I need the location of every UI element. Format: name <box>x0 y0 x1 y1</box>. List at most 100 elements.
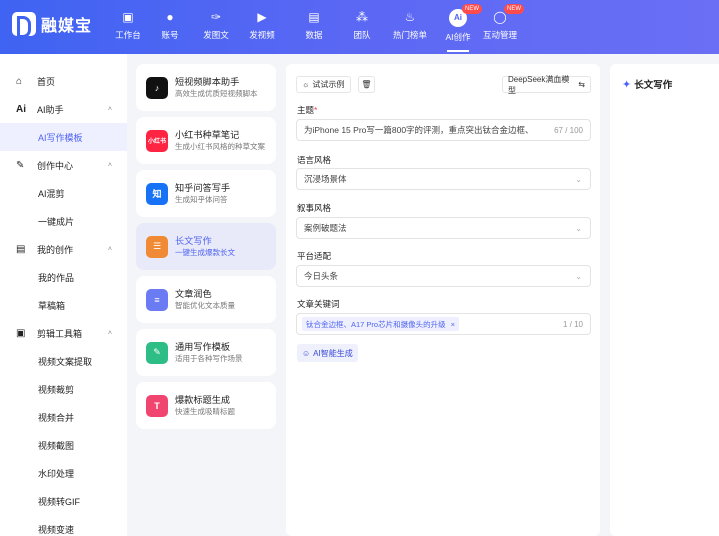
template-card[interactable]: 小红书 小红书种草笔记 生成小红书风格的种草文案 <box>136 117 276 164</box>
template-title: 通用写作模板 <box>175 342 231 352</box>
template-title: 短视频脚本助手 <box>175 77 240 87</box>
nav-item-play[interactable]: ▶ 发视频 <box>239 8 285 41</box>
sidebar-item-ai-writing-template[interactable]: AI写作模板 <box>0 123 127 151</box>
sidebar-item-label: 首页 <box>37 76 56 87</box>
delete-button[interactable]: 🗑 <box>358 76 375 93</box>
ai-generate-button[interactable]: ☺ AI智能生成 <box>297 344 358 362</box>
top-nav-bar: 融媒宝 ▣ 工作台 ● 账号 ✑ 发图文 ▶ 发视频 ▤ 数据 ⁂ 团队 ♨ 热门榜单 Ai NEW AI创作 ◯… <box>0 0 719 54</box>
template-card[interactable]: ≡ 文章润色 智能优化文本质量 <box>136 276 276 323</box>
output-title-text: 长文写作 <box>634 80 673 91</box>
template-desc: 生成小红书风格的种草文案 <box>175 142 265 151</box>
sidebar-item-label: 视频转GIF <box>38 496 80 507</box>
nav-item-monitor[interactable]: ▣ 工作台 <box>105 8 151 41</box>
nav-item-flame[interactable]: ♨ 热门榜单 <box>387 8 433 41</box>
sidebar-item-tool[interactable]: 视频变速 <box>0 515 127 536</box>
sparkle-icon: ✦ <box>622 78 632 91</box>
edit-icon: ✎ <box>146 341 168 364</box>
language-style-label: 语言风格 <box>297 155 332 165</box>
sidebar-item-one-click[interactable]: 一键成片 <box>0 207 127 235</box>
model-label: DeepSeek满血模型 <box>508 74 570 95</box>
nav-item-chart[interactable]: ▤ 数据 <box>291 8 337 41</box>
sidebar-item-label: 视频裁剪 <box>38 384 75 395</box>
sidebar-item-tool[interactable]: 视频转GIF <box>0 487 127 515</box>
ai-generate-label: AI智能生成 <box>313 348 353 358</box>
nav-item-team[interactable]: ⁂ 团队 <box>339 8 385 41</box>
sidebar-item-tool[interactable]: 视频截图 <box>0 431 127 459</box>
output-panel-title: ✦ 长文写作 <box>622 77 673 92</box>
sidebar-item-label: 视频合并 <box>38 412 75 423</box>
nav-item-label: 发视频 <box>249 30 275 40</box>
chart-icon: ▤ <box>308 10 320 24</box>
platform-select[interactable]: 今日头条 ⌄ <box>296 265 591 287</box>
narrative-style-select[interactable]: 案例破题法 ⌄ <box>296 217 591 239</box>
nav-item-feather[interactable]: ✑ 发图文 <box>193 8 239 41</box>
sidebar-group-creation-center[interactable]: ✎ 创作中心 ˄ <box>0 151 127 179</box>
template-desc: 生成知乎体问答 <box>175 195 228 204</box>
team-icon: ⁂ <box>356 10 368 24</box>
sidebar-item-label: 一键成片 <box>38 216 75 227</box>
sidebar-item-my-works[interactable]: 我的作品 <box>0 263 127 291</box>
model-select[interactable]: DeepSeek满血模型 ⇆ <box>502 74 591 95</box>
sidebar-item-tool[interactable]: 视频合并 <box>0 403 127 431</box>
sidebar-item-drafts[interactable]: 草稿箱 <box>0 291 127 319</box>
sidebar-item-label: 视频文案提取 <box>38 356 93 367</box>
platform-value: 今日头条 <box>304 271 339 281</box>
sidebar-group-ai-helper[interactable]: Ai AI助手 ˄ <box>0 95 127 123</box>
language-style-select[interactable]: 沉浸场景体 ⌄ <box>296 168 591 190</box>
keywords-input[interactable]: 钛合金边框、A17 Pro芯片和摄像头的升级 × 1 / 10 <box>296 313 591 335</box>
keyword-count: 1 / 10 <box>562 319 583 329</box>
sidebar-item-ai-clip[interactable]: AI混剪 <box>0 179 127 207</box>
toolbox-icon: ▣ <box>16 327 26 339</box>
template-card[interactable]: ☰ 长文写作 一键生成爆款长文 <box>136 223 276 270</box>
sidebar-item-label: AI写作模板 <box>38 132 83 143</box>
close-icon[interactable]: × <box>451 320 455 329</box>
nav-item-label: 热门榜单 <box>392 30 427 40</box>
sidebar-item-label: 我的创作 <box>37 244 74 255</box>
nav-item-chat[interactable]: ◯ NEW 互动管理 <box>477 4 524 41</box>
document-icon: ▤ <box>16 243 26 255</box>
nav-item-label: 数据 <box>305 30 323 40</box>
title-icon: T <box>146 394 168 417</box>
try-example-button[interactable]: ☼ 试试示例 <box>296 76 351 93</box>
topic-char-count: 67 / 100 <box>554 125 583 135</box>
sidebar-group-edit-tools[interactable]: ▣ 剪辑工具箱 ˄ <box>0 319 127 347</box>
sidebar-item-label: 我的作品 <box>38 272 75 283</box>
nav-item-user[interactable]: ● 账号 <box>147 8 193 41</box>
polish-icon: ≡ <box>146 288 168 311</box>
template-card[interactable]: T 爆款标题生成 快速生成吸睛标题 <box>136 382 276 429</box>
ai-icon: Ai <box>16 103 26 115</box>
sidebar-item-tool[interactable]: 水印处理 <box>0 459 127 487</box>
zhihu-icon: 知 <box>146 182 168 205</box>
chevron-up-icon: ˄ <box>107 161 112 169</box>
template-card[interactable]: ✎ 通用写作模板适用于各种写作场景 <box>136 329 276 376</box>
topic-value: 为iPhone 15 Pro写一篇800字的评测，重点突出钛合金边框、 <box>304 125 534 135</box>
sidebar-group-my-creation[interactable]: ▤ 我的创作 ˄ <box>0 235 127 263</box>
sidebar-item-label: 视频变速 <box>38 524 75 535</box>
nav-item-label: 账号 <box>161 30 179 40</box>
nav-item-ai[interactable]: Ai NEW AI创作 <box>435 4 482 52</box>
trash-icon: 🗑 <box>361 80 372 89</box>
topic-input[interactable]: 为iPhone 15 Pro写一篇800字的评测，重点突出钛合金边框、 67 /… <box>296 119 591 141</box>
sidebar-item-home[interactable]: ⌂ 首页 <box>0 67 127 95</box>
logo[interactable]: 融媒宝 <box>12 12 92 38</box>
template-title: 小红书种草笔记 <box>175 130 240 140</box>
chevron-up-icon: ˄ <box>107 245 112 253</box>
chevron-down-icon: ⌄ <box>575 223 582 233</box>
template-desc: 适用于各种写作场景 <box>175 354 243 363</box>
tiktok-icon: ♪ <box>146 76 168 99</box>
template-card[interactable]: ♪ 短视频脚本助手高效生成优质短视频脚本 <box>136 64 276 111</box>
sidebar-item-label: 创作中心 <box>37 160 74 171</box>
writing-form: ☼ 试试示例 🗑 DeepSeek满血模型 ⇆ 主题* 为iPhone 15 P… <box>286 64 600 536</box>
output-panel: ✦ 长文写作 <box>610 64 719 536</box>
sidebar-item-label: 剪辑工具箱 <box>37 328 83 339</box>
sidebar: ⌂ 首页 Ai AI助手 ˄ AI写作模板 ✎ 创作中心 ˄ AI混剪 一键成片… <box>0 54 127 536</box>
sidebar-item-tool[interactable]: 视频文案提取 <box>0 347 127 375</box>
template-card[interactable]: 知知乎问答写手 生成知乎体问答 <box>136 170 276 217</box>
monitor-icon: ▣ <box>122 10 134 24</box>
template-title: 知乎问答写手 <box>175 183 231 193</box>
try-example-label: 试试示例 <box>312 80 345 89</box>
keyword-tag-text: 钛合金边框、A17 Pro芯片和摄像头的升级 <box>306 319 446 329</box>
sidebar-item-tool[interactable]: 视频裁剪 <box>0 375 127 403</box>
keyword-tag[interactable]: 钛合金边框、A17 Pro芯片和摄像头的升级 × <box>302 317 459 331</box>
template-desc: 高效生成优质短视频脚本 <box>175 89 258 98</box>
